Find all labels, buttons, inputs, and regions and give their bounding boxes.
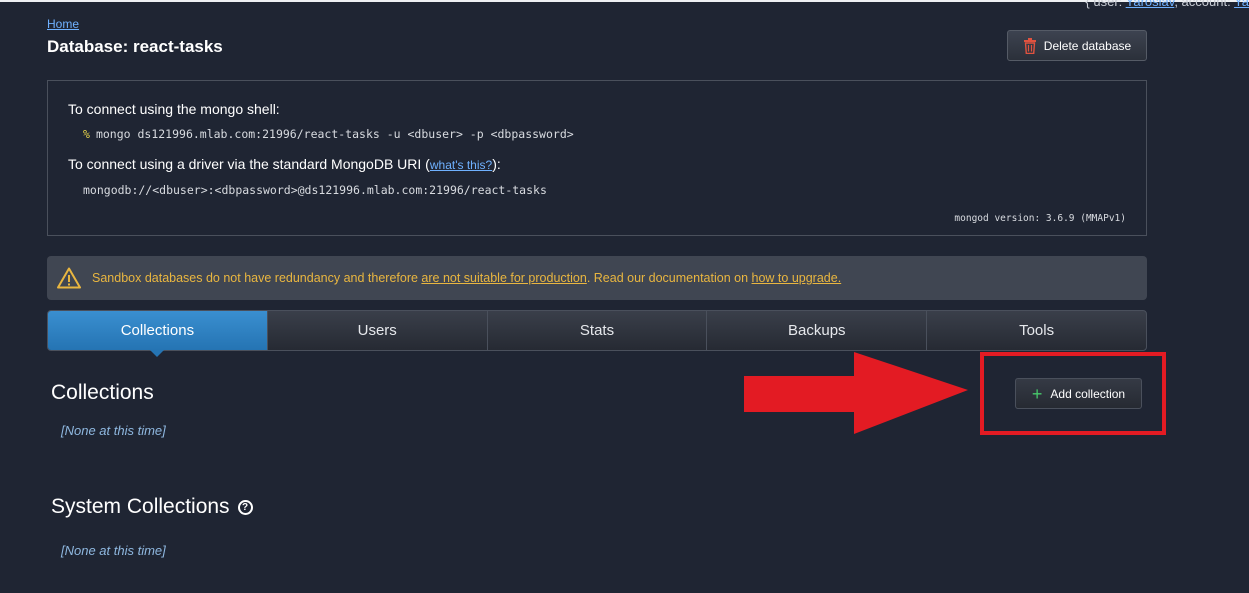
- not-suitable-link[interactable]: are not suitable for production: [421, 271, 586, 285]
- tab-tools[interactable]: Tools: [926, 311, 1146, 350]
- collections-empty-text: [None at this time]: [61, 423, 166, 438]
- top-divider: [0, 0, 1249, 2]
- delete-database-button[interactable]: Delete database: [1007, 30, 1147, 61]
- tab-backups[interactable]: Backups: [706, 311, 926, 350]
- tab-users[interactable]: Users: [266, 311, 487, 350]
- system-collections-title: System Collections: [51, 495, 230, 518]
- shell-label: To connect using the mongo shell:: [68, 101, 280, 117]
- driver-label-prefix: To connect using a driver via the standa…: [68, 156, 430, 172]
- shell-command: % mongo ds121996.mlab.com:21996/react-tas…: [83, 127, 574, 141]
- annotation-arrow: [744, 352, 968, 434]
- delete-database-label: Delete database: [1043, 38, 1132, 53]
- shell-prompt: %: [83, 127, 90, 141]
- tab-stats[interactable]: Stats: [486, 311, 707, 350]
- user-info: { user: Yaroslav, account: Ya: [1085, 0, 1249, 9]
- page-title: Database: react-tasks: [47, 37, 223, 56]
- sandbox-warning-banner: Sandbox databases do not have redundancy…: [47, 256, 1147, 300]
- whats-this-link[interactable]: what's this?: [430, 158, 492, 172]
- warning-text: Sandbox databases do not have redundancy…: [92, 271, 841, 285]
- user-link[interactable]: Yaroslav: [1126, 0, 1175, 9]
- plus-icon: +: [1031, 383, 1043, 404]
- warning-text-2: . Read our documentation on: [586, 271, 752, 285]
- how-to-upgrade-link[interactable]: how to upgrade.: [752, 271, 842, 285]
- connection-uri: mongodb://<dbuser>:<dbpassword>@ds121996…: [83, 183, 547, 197]
- help-icon[interactable]: ?: [237, 500, 253, 515]
- user-prefix: { user:: [1085, 0, 1126, 9]
- trash-icon: [1023, 37, 1036, 54]
- mongod-version: mongod version: 3.6.9 (MMAPv1): [954, 213, 1126, 224]
- collections-heading: Collections: [51, 381, 154, 404]
- connection-info-panel: To connect using the mongo shell: % mongo…: [47, 80, 1147, 236]
- tab-collections[interactable]: Collections: [48, 311, 267, 357]
- shell-command-text: mongo ds121996.mlab.com:21996/react-task…: [95, 127, 574, 141]
- breadcrumb-home-link[interactable]: Home: [47, 17, 79, 31]
- warning-text-1: Sandbox databases do not have redundancy…: [92, 271, 422, 285]
- driver-label-suffix: ):: [492, 156, 501, 172]
- add-collection-button[interactable]: + Add collection: [1015, 378, 1142, 409]
- system-collections-empty-text: [None at this time]: [61, 543, 166, 558]
- database-tabs: Collections Users Stats Backups Tools: [47, 310, 1147, 357]
- account-link[interactable]: Ya: [1234, 0, 1249, 9]
- account-prefix: , account:: [1174, 0, 1235, 9]
- add-collection-label: Add collection: [1050, 386, 1126, 401]
- system-collections-heading: System Collections?: [51, 495, 253, 519]
- warning-icon: [57, 267, 81, 289]
- driver-label: To connect using a driver via the standa…: [68, 156, 501, 172]
